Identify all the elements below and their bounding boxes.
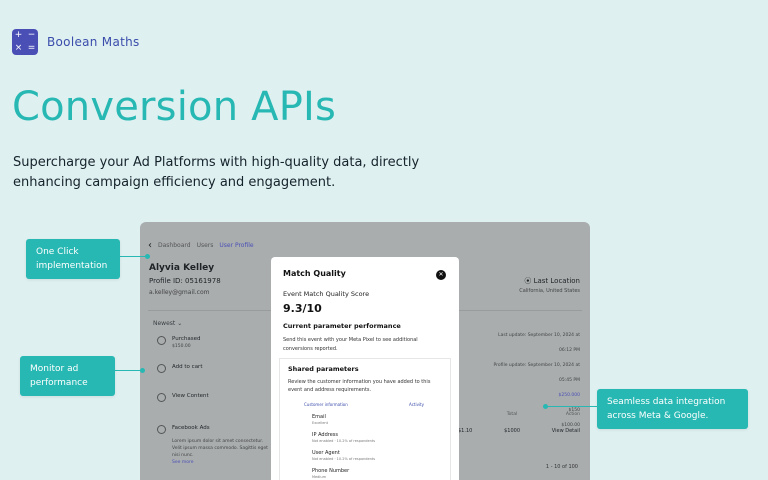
parameter-row: Email Excellent xyxy=(312,414,328,425)
connector-line xyxy=(115,370,143,371)
last-location-value: California, United States xyxy=(519,288,580,294)
shared-heading: Shared parameters xyxy=(288,365,359,373)
ads-circle-icon xyxy=(157,425,166,434)
event-item: View Content xyxy=(157,393,209,402)
parameter-columns: Customer information Activity xyxy=(304,402,424,407)
current-description: Send this event with your Meta Pixel to … xyxy=(283,337,418,352)
cart-circle-icon xyxy=(157,364,166,373)
event-item: Facebook Ads xyxy=(157,425,210,434)
connector-line xyxy=(120,256,148,257)
breadcrumb: ‹ Dashboard Users User Profile xyxy=(148,240,254,251)
event-item: Purchased $150.00 xyxy=(157,336,200,349)
profile-id: Profile ID: 05161978 xyxy=(149,277,221,285)
minus-symbol: − xyxy=(27,30,36,40)
see-more-link[interactable]: See more xyxy=(172,460,193,465)
table-header: Total Action xyxy=(506,412,580,417)
match-quality-modal: Match Quality ✕ Event Match Quality Scor… xyxy=(271,257,459,480)
hero-subtitle: Supercharge your Ad Platforms with high-… xyxy=(13,155,420,190)
connector-dot xyxy=(543,404,548,409)
back-arrow-icon[interactable]: ‹ xyxy=(148,240,152,251)
pagination: 1 - 10 of 100 xyxy=(545,464,578,470)
last-location-label: ⦿ Last Location xyxy=(524,277,580,285)
brand-name: Boolean Maths xyxy=(47,35,140,49)
callout-monitor: Monitor ad performance xyxy=(20,356,115,396)
callout-one-click: One Click implementation xyxy=(26,239,120,279)
connector-dot xyxy=(145,254,150,259)
chevron-down-icon: ⌄ xyxy=(177,320,183,327)
shared-description: Review the customer information you have… xyxy=(288,379,431,393)
table-row[interactable]: $1.10 $1000 View Detail xyxy=(458,428,580,434)
times-symbol: × xyxy=(14,43,23,53)
view-detail-button[interactable]: View Detail xyxy=(552,428,580,434)
score-label: Event Match Quality Score xyxy=(283,290,370,298)
right-panel: Last update: September 10, 2024 at 06:12… xyxy=(493,333,580,428)
equals-symbol: = xyxy=(27,43,36,53)
close-icon[interactable]: ✕ xyxy=(436,270,446,280)
connector-dot xyxy=(140,368,145,373)
brand: + − × = Boolean Maths xyxy=(12,29,140,55)
current-heading: Current parameter performance xyxy=(283,322,401,330)
hero-title: Conversion APIs xyxy=(12,84,337,130)
parameter-row: Phone Number Medium xyxy=(312,468,350,479)
eye-circle-icon xyxy=(157,393,166,402)
shared-parameters-panel: Shared parameters Review the customer in… xyxy=(279,358,451,480)
breadcrumb-dashboard[interactable]: Dashboard xyxy=(158,242,191,249)
location-pin-icon: ⦿ xyxy=(524,277,534,285)
calculator-logo-icon: + − × = xyxy=(12,29,38,55)
event-item: Add to cart xyxy=(157,364,202,373)
match-score: 9.3/10 xyxy=(283,302,322,315)
callout-seamless: Seamless data integration across Meta & … xyxy=(597,389,748,429)
sort-dropdown[interactable]: Newest ⌄ xyxy=(153,320,182,327)
connector-line xyxy=(546,406,598,407)
user-name: Alyvia Kelley xyxy=(149,263,215,273)
modal-title: Match Quality xyxy=(283,269,346,278)
check-circle-icon xyxy=(157,336,166,345)
parameter-row: User Agent Not enabled · 10.2% of respond… xyxy=(312,450,376,461)
breadcrumb-users[interactable]: Users xyxy=(197,242,214,249)
user-email: a.kelley@gmail.com xyxy=(149,289,210,296)
breadcrumb-user-profile: User Profile xyxy=(219,242,254,249)
ads-description: Lorem ipsum dolor sit amet consectetur. … xyxy=(172,439,268,465)
parameter-row: IP Address Not enabled · 10.2% of respond… xyxy=(312,432,376,443)
plus-symbol: + xyxy=(14,30,23,40)
